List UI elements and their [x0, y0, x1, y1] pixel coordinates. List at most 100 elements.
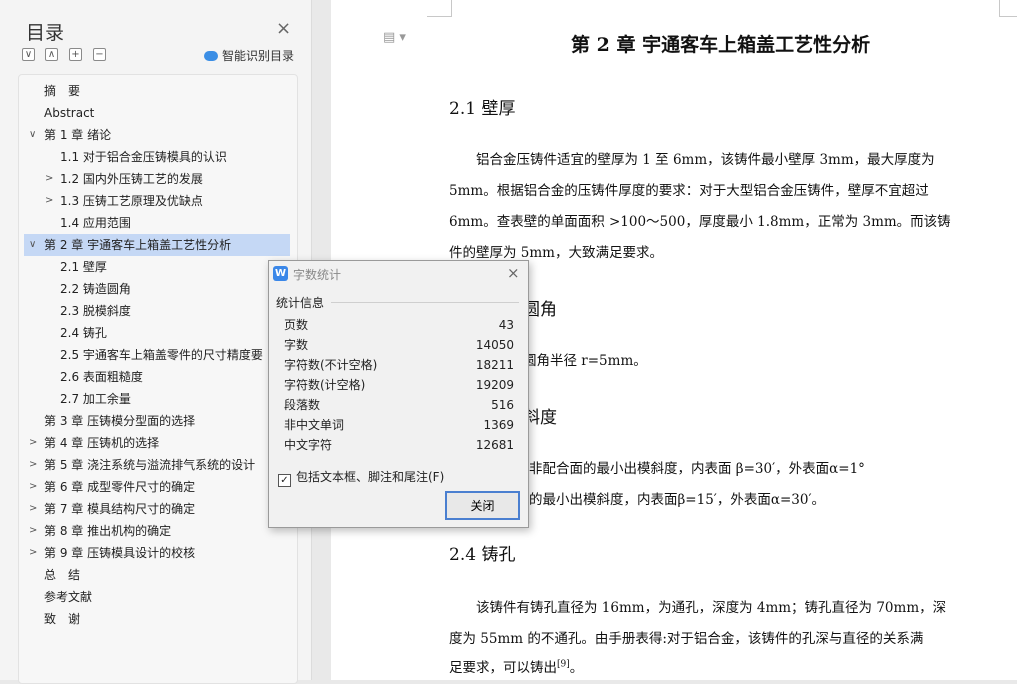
- collapse-all-icon[interactable]: ∨: [22, 48, 35, 61]
- stat-label: 非中文单词: [284, 418, 345, 432]
- toc-item-label: 1.1 对于铝合金压铸模具的认识: [60, 150, 227, 164]
- stat-label: 字符数(不计空格): [284, 358, 378, 372]
- include-textboxes-checkbox[interactable]: ✓ 包括文本框、脚注和尾注(F): [278, 468, 444, 487]
- stat-row: 中文字符 12681: [284, 435, 514, 455]
- toc-item[interactable]: 摘 要: [19, 80, 291, 102]
- paragraph-line: 圆角半径 r=5mm。: [523, 353, 647, 369]
- dialog-close-icon[interactable]: ×: [507, 264, 520, 282]
- toc-item[interactable]: 参考文献: [19, 586, 291, 608]
- toc-item-label: 2.3 脱模斜度: [60, 304, 131, 318]
- toc-item[interactable]: Abstract: [19, 102, 291, 124]
- citation-reference[interactable]: [9]: [557, 660, 570, 670]
- stat-value: 516: [491, 398, 514, 412]
- stat-row: 段落数 516: [284, 395, 514, 415]
- stat-label: 段落数: [284, 398, 321, 412]
- toc-item[interactable]: 2.4 铸孔: [19, 322, 291, 344]
- wps-writer-icon: W: [273, 266, 288, 281]
- toc-item-label: 1.3 压铸工艺原理及优缺点: [60, 194, 203, 208]
- paragraph-line: 6mm。查表壁的单面面积 >100～500，厚度最小 1.8mm，正常为 3mm…: [449, 214, 951, 230]
- statistics-group-label: 统计信息: [276, 296, 325, 310]
- toc-item-label: Abstract: [44, 106, 95, 120]
- chevron-right-icon[interactable]: >: [29, 520, 37, 542]
- group-divider: [331, 302, 519, 303]
- toc-item[interactable]: 总 结: [19, 564, 291, 586]
- chevron-right-icon[interactable]: >: [45, 190, 53, 212]
- toc-item[interactable]: > 第 5 章 浇注系统与溢流排气系统的设计: [19, 454, 291, 476]
- toc-item[interactable]: 第 3 章 压铸模分型面的选择: [19, 410, 291, 432]
- smart-toc-icon: [204, 51, 218, 61]
- toc-item[interactable]: > 第 8 章 推出机构的确定: [19, 520, 291, 542]
- expand-all-icon[interactable]: ∧: [45, 48, 58, 61]
- dialog-title: 字数统计: [293, 268, 342, 282]
- checkbox-label: 包括文本框、脚注和尾注(F): [296, 470, 445, 484]
- toc-item[interactable]: > 第 4 章 压铸机的选择: [19, 432, 291, 454]
- toc-item[interactable]: 2.6 表面粗糙度: [19, 366, 291, 388]
- chevron-right-icon[interactable]: >: [29, 542, 37, 564]
- toc-item-label: 第 3 章 压铸模分型面的选择: [44, 414, 196, 428]
- chevron-right-icon[interactable]: >: [29, 454, 37, 476]
- toc-item[interactable]: 2.7 加工余量: [19, 388, 291, 410]
- toc-item[interactable]: 致 谢: [19, 608, 291, 630]
- demote-level-icon[interactable]: −: [93, 48, 106, 61]
- toc-item-label: 第 7 章 模具结构尺寸的确定: [44, 502, 196, 516]
- toc-item-label: 2.5 宇通客车上箱盖零件的尺寸精度要 ...: [60, 348, 279, 362]
- chevron-right-icon[interactable]: >: [29, 432, 37, 454]
- toc-item[interactable]: > 第 9 章 压铸模具设计的校核: [19, 542, 291, 564]
- paragraph-text: 。: [569, 660, 584, 676]
- toc-item-label: 2.7 加工余量: [60, 392, 131, 406]
- paragraph-line: 件的壁厚为 5mm，大致满足要求。: [449, 245, 663, 261]
- toc-item[interactable]: 2.2 铸造圆角: [19, 278, 291, 300]
- crop-mark-left: [427, 0, 452, 17]
- toc-item-label: 第 9 章 压铸模具设计的校核: [44, 546, 196, 560]
- paragraph-line: 非配合面的最小出模斜度，内表面 β=30′，外表面α=1°: [529, 461, 865, 477]
- toc-item[interactable]: 2.1 壁厚: [19, 256, 291, 278]
- smart-toc-button[interactable]: 智能识别目录: [204, 47, 294, 64]
- toc-item[interactable]: >1.2 国内外压铸工艺的发展: [19, 168, 291, 190]
- chevron-right-icon[interactable]: >: [29, 498, 37, 520]
- toc-item[interactable]: 2.3 脱模斜度: [19, 300, 291, 322]
- chevron-down-icon[interactable]: ∨: [29, 124, 36, 146]
- document-icon[interactable]: ▤ ▾: [383, 30, 406, 45]
- stat-value: 12681: [475, 438, 514, 452]
- stat-label: 字符数(计空格): [284, 378, 366, 392]
- smart-toc-label: 智能识别目录: [222, 49, 295, 63]
- toc-item[interactable]: ∨ 第 1 章 绪论: [19, 124, 291, 146]
- chevron-right-icon[interactable]: >: [29, 476, 37, 498]
- pane-close-icon[interactable]: ×: [276, 18, 291, 39]
- toc-item-label: 2.6 表面粗糙度: [60, 370, 143, 384]
- chevron-right-icon[interactable]: >: [45, 168, 53, 190]
- navigation-pane: 目录 × ∨ ∧ + − 智能识别目录 摘 要 Abstract ∨ 第 1 章 绪论…: [0, 0, 312, 684]
- paragraph-text: 足要求，可以铸出: [449, 660, 557, 676]
- stat-label: 中文字符: [284, 438, 333, 452]
- toc-item[interactable]: ∨ 第 2 章 宇通客车上箱盖工艺性分析: [24, 234, 290, 256]
- paragraph-line: 该铸件有铸孔直径为 16mm，为通孔，深度为 4mm；铸孔直径为 70mm，深: [449, 600, 947, 616]
- section-heading-2-4: 2.4 铸孔: [449, 545, 516, 565]
- paragraph-line: 的最小出模斜度，内表面β=15′，外表面α=30′。: [529, 492, 826, 508]
- stat-row: 字符数(计空格) 19209: [284, 375, 514, 395]
- toc-item-label: 第 8 章 推出机构的确定: [44, 524, 172, 538]
- stat-value: 18211: [475, 358, 514, 372]
- toc-item[interactable]: > 第 7 章 模具结构尺寸的确定: [19, 498, 291, 520]
- stat-value: 43: [498, 318, 514, 332]
- checkbox-check-icon: ✓: [278, 474, 291, 487]
- pane-title: 目录: [26, 22, 65, 44]
- crop-mark-right: [999, 0, 1017, 17]
- close-button[interactable]: 关闭: [445, 491, 520, 520]
- promote-level-icon[interactable]: +: [69, 48, 82, 61]
- toc-item-label: 2.2 铸造圆角: [60, 282, 131, 296]
- toc-item[interactable]: >1.3 压铸工艺原理及优缺点: [19, 190, 291, 212]
- toc-item-label: 2.1 壁厚: [60, 260, 107, 274]
- chevron-down-icon[interactable]: ∨: [29, 234, 36, 256]
- stat-label: 字数: [284, 338, 309, 352]
- toc-item-label: 参考文献: [44, 590, 93, 604]
- toc-item-label: 2.4 铸孔: [60, 326, 107, 340]
- word-count-dialog: W 字数统计 × 统计信息 页数 43 字数 14050 字符数(不计空格) 1…: [268, 260, 529, 528]
- stat-row: 字数 14050: [284, 335, 514, 355]
- toc-item[interactable]: 2.5 宇通客车上箱盖零件的尺寸精度要 ...: [19, 344, 291, 366]
- toc-item-label: 第 1 章 绪论: [44, 128, 112, 142]
- toc-item-label: 第 5 章 浇注系统与溢流排气系统的设计: [44, 458, 256, 472]
- stat-row: 页数 43: [284, 315, 514, 335]
- toc-item[interactable]: 1.4 应用范围: [19, 212, 291, 234]
- toc-item[interactable]: > 第 6 章 成型零件尺寸的确定: [19, 476, 291, 498]
- toc-item[interactable]: 1.1 对于铝合金压铸模具的认识: [19, 146, 291, 168]
